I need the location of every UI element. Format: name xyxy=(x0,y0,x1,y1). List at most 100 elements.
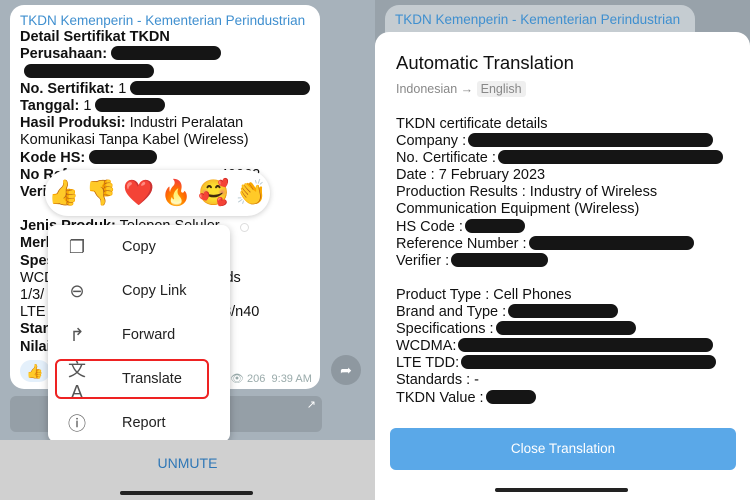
message-line: Tanggal: 1 xyxy=(20,97,310,115)
translated-text: TKDN certificate details Company : No. Cer… xyxy=(396,116,729,407)
reaction-chip[interactable]: 👍 xyxy=(20,360,50,382)
menu-item-label: Translate xyxy=(122,371,182,387)
target-language[interactable]: English xyxy=(476,81,526,97)
menu-item-copy-link[interactable]: ⊖ Copy Link xyxy=(48,269,230,313)
field-label: Hasil Produksi: xyxy=(20,115,126,132)
menu-item-label: Report xyxy=(122,415,166,431)
translation-text: Communication Equipment (Wireless) xyxy=(396,201,640,218)
translation-text: Specifications : xyxy=(396,321,494,338)
translation-line: WCDMA: xyxy=(396,338,729,355)
field-value: Industri Peralatan xyxy=(125,115,244,132)
redacted-block xyxy=(89,149,158,164)
redacted-block xyxy=(458,338,714,353)
menu-item-copy[interactable]: ❐ Copy xyxy=(48,225,230,269)
message-line: Perusahaan: xyxy=(20,46,310,63)
redacted-block xyxy=(130,80,311,95)
translation-line: Company : xyxy=(396,133,729,150)
menu-item-translate[interactable]: 文A Translate xyxy=(48,357,230,402)
field-value: Komunikasi Tanpa Kabel (Wireless) xyxy=(20,132,249,149)
translation-text: Date : 7 February 2023 xyxy=(396,167,546,184)
field-label: Veri xyxy=(20,183,47,200)
reaction-option[interactable]: 👏 xyxy=(236,179,267,208)
translation-text: No. Certificate : xyxy=(396,150,496,167)
redacted-block xyxy=(95,97,166,112)
translation-line: Date : 7 February 2023 xyxy=(396,167,729,184)
field-label: Nilai xyxy=(20,338,51,355)
redacted-block xyxy=(495,321,636,336)
field-value: 1 xyxy=(79,97,92,114)
translation-line: Standards : - xyxy=(396,372,729,389)
message-line: Detail Sertifikat TKDN xyxy=(20,29,310,46)
translation-text: TKDN Value : xyxy=(396,389,484,406)
translation-line: TKDN Value : xyxy=(396,389,729,407)
redacted-block xyxy=(464,218,525,233)
translation-line: Product Type : Cell Phones xyxy=(396,287,729,304)
translation-text: Standards : - xyxy=(396,372,480,389)
field-label: Stan xyxy=(20,321,52,338)
reaction-option[interactable]: 👍 xyxy=(48,179,79,208)
channel-name[interactable]: TKDN Kemenperin - Kementerian Perindustr… xyxy=(20,12,310,29)
channel-name: TKDN Kemenperin - Kementerian Perindustr… xyxy=(395,12,681,27)
redacted-block xyxy=(485,389,536,404)
translation-line: LTE TDD: xyxy=(396,355,729,372)
home-indicator xyxy=(120,491,253,495)
language-pair: Indonesian → English xyxy=(396,81,729,97)
message-meta: 👁 206 9:39 AM xyxy=(230,372,312,385)
redacted-block xyxy=(508,304,619,319)
source-language: Indonesian xyxy=(396,82,458,96)
translation-line: Specifications : xyxy=(396,321,729,338)
reaction-picker: 👍 👎 ❤️ 🔥 🥰 👏 xyxy=(45,170,270,216)
translation-text: TKDN certificate details xyxy=(396,116,548,132)
redacted-block xyxy=(528,235,694,250)
menu-item-label: Copy Link xyxy=(122,283,187,299)
translation-line: Reference Number : xyxy=(396,235,729,253)
bottom-bar: UNMUTE xyxy=(0,440,375,500)
menu-item-report[interactable]: ⓘ Report xyxy=(48,401,230,445)
sheet-title: Automatic Translation xyxy=(396,52,574,73)
translate-icon: 文A xyxy=(68,359,86,402)
menu-item-label: Copy xyxy=(122,239,156,255)
unmute-button[interactable]: UNMUTE xyxy=(0,455,375,471)
message-line: No. Sertifikat: 1 xyxy=(20,80,311,98)
redacted-block xyxy=(461,355,717,370)
field-value: 1/3/ xyxy=(20,287,45,304)
expand-icon: ↗ xyxy=(306,399,316,411)
redacted-block xyxy=(468,133,714,148)
menu-item-forward[interactable]: ↱ Forward xyxy=(48,313,230,357)
field-label: Kode HS: xyxy=(20,149,86,166)
field-label: Detail Sertifikat TKDN xyxy=(20,29,170,46)
field-label: Perusahaan: xyxy=(20,46,108,63)
translation-panel: TKDN Kemenperin - Kementerian Perindustr… xyxy=(375,0,750,500)
translation-text: Verifier : xyxy=(396,252,450,269)
chat-panel: TKDN Kemenperin - Kementerian Perindustr… xyxy=(0,0,375,500)
field-value: 1 xyxy=(114,80,127,97)
redacted-block xyxy=(111,46,222,61)
copy-icon: ❐ xyxy=(68,236,86,257)
translation-line: Brand and Type : xyxy=(396,304,729,321)
translation-text: Production Results : Industry of Wireles… xyxy=(396,184,658,201)
reaction-option[interactable]: 🥰 xyxy=(198,179,229,208)
message-line: Komunikasi Tanpa Kabel (Wireless) xyxy=(20,132,310,149)
translation-text: Reference Number : xyxy=(396,235,527,252)
message-time: 9:39 AM xyxy=(271,373,312,385)
eye-icon: 👁 xyxy=(230,373,248,385)
translation-line xyxy=(396,270,729,287)
translation-sheet: Automatic Translation Indonesian → Engli… xyxy=(375,32,750,500)
reaction-option[interactable]: 🔥 xyxy=(161,179,192,208)
redacted-block xyxy=(451,252,549,267)
field-label: No. Sertifikat: xyxy=(20,80,115,97)
reaction-option[interactable]: ❤️ xyxy=(123,179,154,208)
forward-icon: ↱ xyxy=(69,324,85,345)
translation-line: TKDN certificate details xyxy=(396,116,729,133)
redacted-block xyxy=(24,63,154,78)
close-translation-button[interactable]: Close Translation xyxy=(390,428,736,470)
translation-line: Communication Equipment (Wireless) xyxy=(396,201,729,218)
message-line: Hasil Produksi: Industri Peralatan xyxy=(20,115,310,132)
share-button[interactable]: ➦ xyxy=(331,355,361,385)
message-line xyxy=(20,63,310,81)
translation-text: HS Code : xyxy=(396,218,463,235)
reaction-option[interactable]: 👎 xyxy=(86,179,117,208)
menu-item-label: Forward xyxy=(122,327,176,343)
view-count: 206 xyxy=(247,373,266,385)
translation-line: HS Code : xyxy=(396,218,729,236)
